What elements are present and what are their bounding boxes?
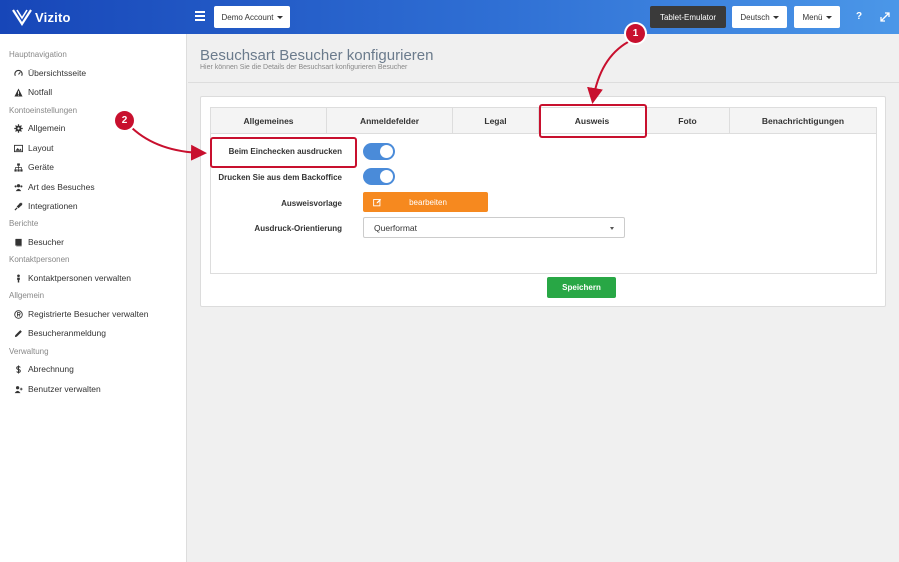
annotation-highlight-tab-ausweis — [539, 104, 647, 138]
save-button[interactable]: Speichern — [547, 277, 616, 298]
sidebar-section-hauptnavigation: Hauptnavigation — [9, 50, 67, 59]
sidebar-section-kontaktpersonen: Kontaktpersonen — [9, 255, 70, 264]
chevron-down-icon — [772, 15, 779, 19]
sidebar-item-label: Abrechnung — [28, 364, 74, 374]
sidebar-item-art-des-besuches[interactable]: Art des Besuches — [14, 182, 95, 192]
tab-legal[interactable]: Legal — [453, 108, 539, 133]
fullscreen-expand-icon[interactable] — [880, 12, 890, 22]
annotation-marker-2-label: 2 — [121, 115, 128, 126]
print-orientation-value: Querformat — [374, 222, 417, 233]
sidebar-item-registrierte-besucher[interactable]: Registrierte Besucher verwalten — [14, 309, 148, 319]
registered-icon — [14, 309, 23, 319]
language-dropdown-label: Deutsch — [740, 12, 770, 22]
print-orientation-label: Ausdruck-Orientierung — [254, 224, 342, 233]
sidebar-section-kontoeinstellungen: Kontoeinstellungen — [9, 106, 78, 115]
image-icon — [14, 144, 23, 152]
print-from-backoffice-toggle[interactable] — [363, 168, 395, 185]
sidebar-item-label: Art des Besuches — [28, 182, 95, 192]
annotation-highlight-print-on-checkin — [210, 137, 357, 168]
book-icon — [15, 238, 22, 246]
chevron-down-icon — [610, 227, 614, 230]
header-divider — [188, 82, 899, 83]
user-plus-icon — [14, 385, 23, 393]
tab-label: Benachrichtigungen — [761, 115, 845, 126]
print-from-backoffice-label: Drucken Sie aus dem Backoffice — [218, 173, 342, 182]
print-on-checkin-toggle[interactable] — [363, 143, 395, 160]
annotation-marker-1-label: 1 — [632, 28, 639, 39]
tab-label: Foto — [678, 115, 697, 126]
sidebar-item-label: Notfall — [28, 87, 53, 97]
tab-benachrichtigungen[interactable]: Benachrichtigungen — [730, 108, 876, 133]
sidebar-item-besucher[interactable]: Besucher — [14, 237, 64, 247]
annotation-arrow-1 — [587, 41, 629, 104]
sidebar-item-label: Integrationen — [28, 201, 78, 211]
users-icon — [14, 183, 23, 191]
tablet-emulator-label: Tablet-Emulator — [659, 12, 717, 22]
gear-icon — [14, 123, 23, 133]
sidebar-item-label: Benutzer verwalten — [28, 384, 101, 394]
sidebar-item-abrechnung[interactable]: Abrechnung — [14, 364, 74, 374]
sidebar-item-integrationen[interactable]: Integrationen — [14, 201, 78, 211]
badge-template-label: Ausweisvorlage — [281, 199, 342, 208]
edit-icon — [373, 198, 382, 206]
warning-icon — [14, 87, 23, 97]
sidebar-item-label: Registrierte Besucher verwalten — [28, 309, 149, 319]
sidebar-item-besucheranmeldung[interactable]: Besucheranmeldung — [14, 328, 106, 338]
sidebar-item-label: Geräte — [28, 162, 54, 172]
sidebar-item-label: Besucheranmeldung — [28, 328, 106, 338]
top-bar: Vizito Demo Account Tablet-Emulator Deut… — [0, 0, 899, 34]
plug-icon — [14, 202, 23, 211]
toggle-knob — [380, 170, 393, 183]
sidebar-item-geraete[interactable]: Geräte — [14, 162, 54, 172]
tab-foto[interactable]: Foto — [646, 108, 730, 133]
account-dropdown-label: Demo Account — [221, 12, 274, 22]
help-icon[interactable]: ? — [856, 11, 862, 22]
sitemap-icon — [14, 162, 23, 172]
sidebar-item-layout[interactable]: Layout — [14, 143, 54, 153]
chevron-down-icon — [276, 15, 283, 19]
tab-allgemeines[interactable]: Allgemeines — [211, 108, 327, 133]
language-dropdown-button[interactable]: Deutsch — [732, 6, 787, 28]
person-icon — [17, 273, 20, 283]
tab-label: Legal — [484, 115, 507, 126]
tab-anmeldefelder[interactable]: Anmeldefelder — [327, 108, 453, 133]
print-orientation-select[interactable]: Querformat — [363, 217, 625, 238]
sidebar-item-label: Allgemein — [28, 123, 66, 133]
chevron-down-icon — [825, 15, 832, 19]
tablet-emulator-button[interactable]: Tablet-Emulator — [650, 6, 726, 28]
toggle-knob — [380, 145, 393, 158]
edit-badge-template-label: bearbeiten — [409, 197, 447, 207]
dollar-icon — [16, 364, 21, 374]
annotation-marker-1: 1 — [626, 24, 645, 43]
hamburger-menu-icon[interactable] — [195, 11, 205, 21]
menu-dropdown-button[interactable]: Menü — [794, 6, 840, 28]
save-button-label: Speichern — [562, 283, 601, 292]
sidebar-item-kontaktpersonen-verwalten[interactable]: Kontaktpersonen verwalten — [14, 273, 131, 283]
account-dropdown-button[interactable]: Demo Account — [214, 6, 290, 28]
sidebar-item-uebersichtsseite[interactable]: Übersichtsseite — [14, 68, 86, 78]
edit-badge-template-button[interactable]: bearbeiten — [363, 192, 488, 212]
logo-text: Vizito — [35, 9, 71, 25]
annotation-marker-2: 2 — [115, 111, 134, 130]
sidebar-item-label: Layout — [28, 143, 54, 153]
tab-label: Anmeldefelder — [359, 115, 420, 126]
sidebar-item-label: Übersichtsseite — [28, 68, 87, 78]
vizito-logo[interactable]: Vizito — [12, 8, 71, 26]
sidebar-section-berichte: Berichte — [9, 219, 39, 228]
sidebar-item-benutzer-verwalten[interactable]: Benutzer verwalten — [14, 384, 101, 394]
sidebar-item-label: Kontaktpersonen verwalten — [28, 273, 132, 283]
page-title: Besuchsart Besucher konfigurieren — [200, 47, 434, 64]
tab-label: Allgemeines — [243, 115, 294, 126]
page-subtitle: Hier können Sie die Details der Besuchsa… — [200, 64, 408, 71]
sidebar-item-allgemein[interactable]: Allgemein — [14, 123, 65, 133]
sidebar-section-verwaltung: Verwaltung — [9, 347, 49, 356]
pencil-icon — [14, 329, 22, 337]
vizito-logo-icon — [12, 9, 32, 26]
menu-dropdown-label: Menü — [802, 12, 823, 22]
dashboard-icon — [14, 69, 23, 76]
sidebar-item-notfall[interactable]: Notfall — [14, 87, 52, 97]
sidebar-section-allgemein: Allgemein — [9, 291, 45, 300]
sidebar-item-label: Besucher — [28, 237, 64, 247]
